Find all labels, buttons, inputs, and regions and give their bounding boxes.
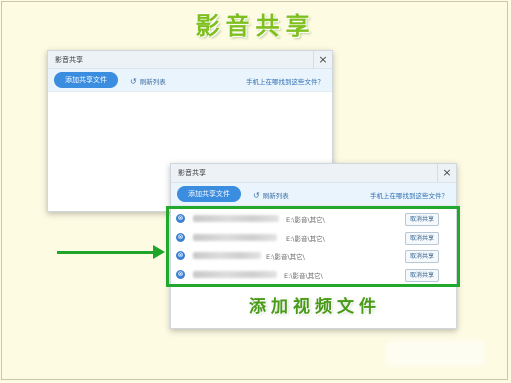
window-toolbar: 添加共享文件 ↺ 刷新列表 手机上在哪找到这些文件？ [171,183,456,206]
page-title: 影音共享 [195,12,316,40]
window-titlebar: 影音共享 × [171,164,456,183]
window-toolbar: 添加共享文件 ↺ 刷新列表 手机上在哪找到这些文件？ [48,69,332,92]
add-shared-file-button[interactable]: 添加共享文件 [177,186,241,202]
add-shared-file-button[interactable]: 添加共享文件 [54,72,118,88]
help-link[interactable]: 手机上在哪找到这些文件？ [246,76,324,86]
watermark-blur [385,340,485,366]
refresh-list-link[interactable]: ↺ 刷新列表 [130,76,166,86]
refresh-list-link[interactable]: ↺ 刷新列表 [253,190,289,200]
window-title: 影音共享 [55,56,83,64]
arrow-line [57,251,157,254]
arrow-right-icon [153,245,165,259]
help-link[interactable]: 手机上在哪找到这些文件？ [370,190,448,200]
refresh-label: 刷新列表 [262,192,289,200]
caption-text: 添加视频文件 [249,297,381,317]
refresh-label: 刷新列表 [139,78,166,86]
close-icon[interactable]: × [313,51,332,69]
refresh-icon: ↺ [253,191,260,200]
highlight-box [166,206,460,287]
window-title: 影音共享 [178,169,206,177]
window-titlebar: 影音共享 × [48,51,332,69]
close-icon[interactable]: × [437,164,456,182]
refresh-icon: ↺ [130,77,137,86]
